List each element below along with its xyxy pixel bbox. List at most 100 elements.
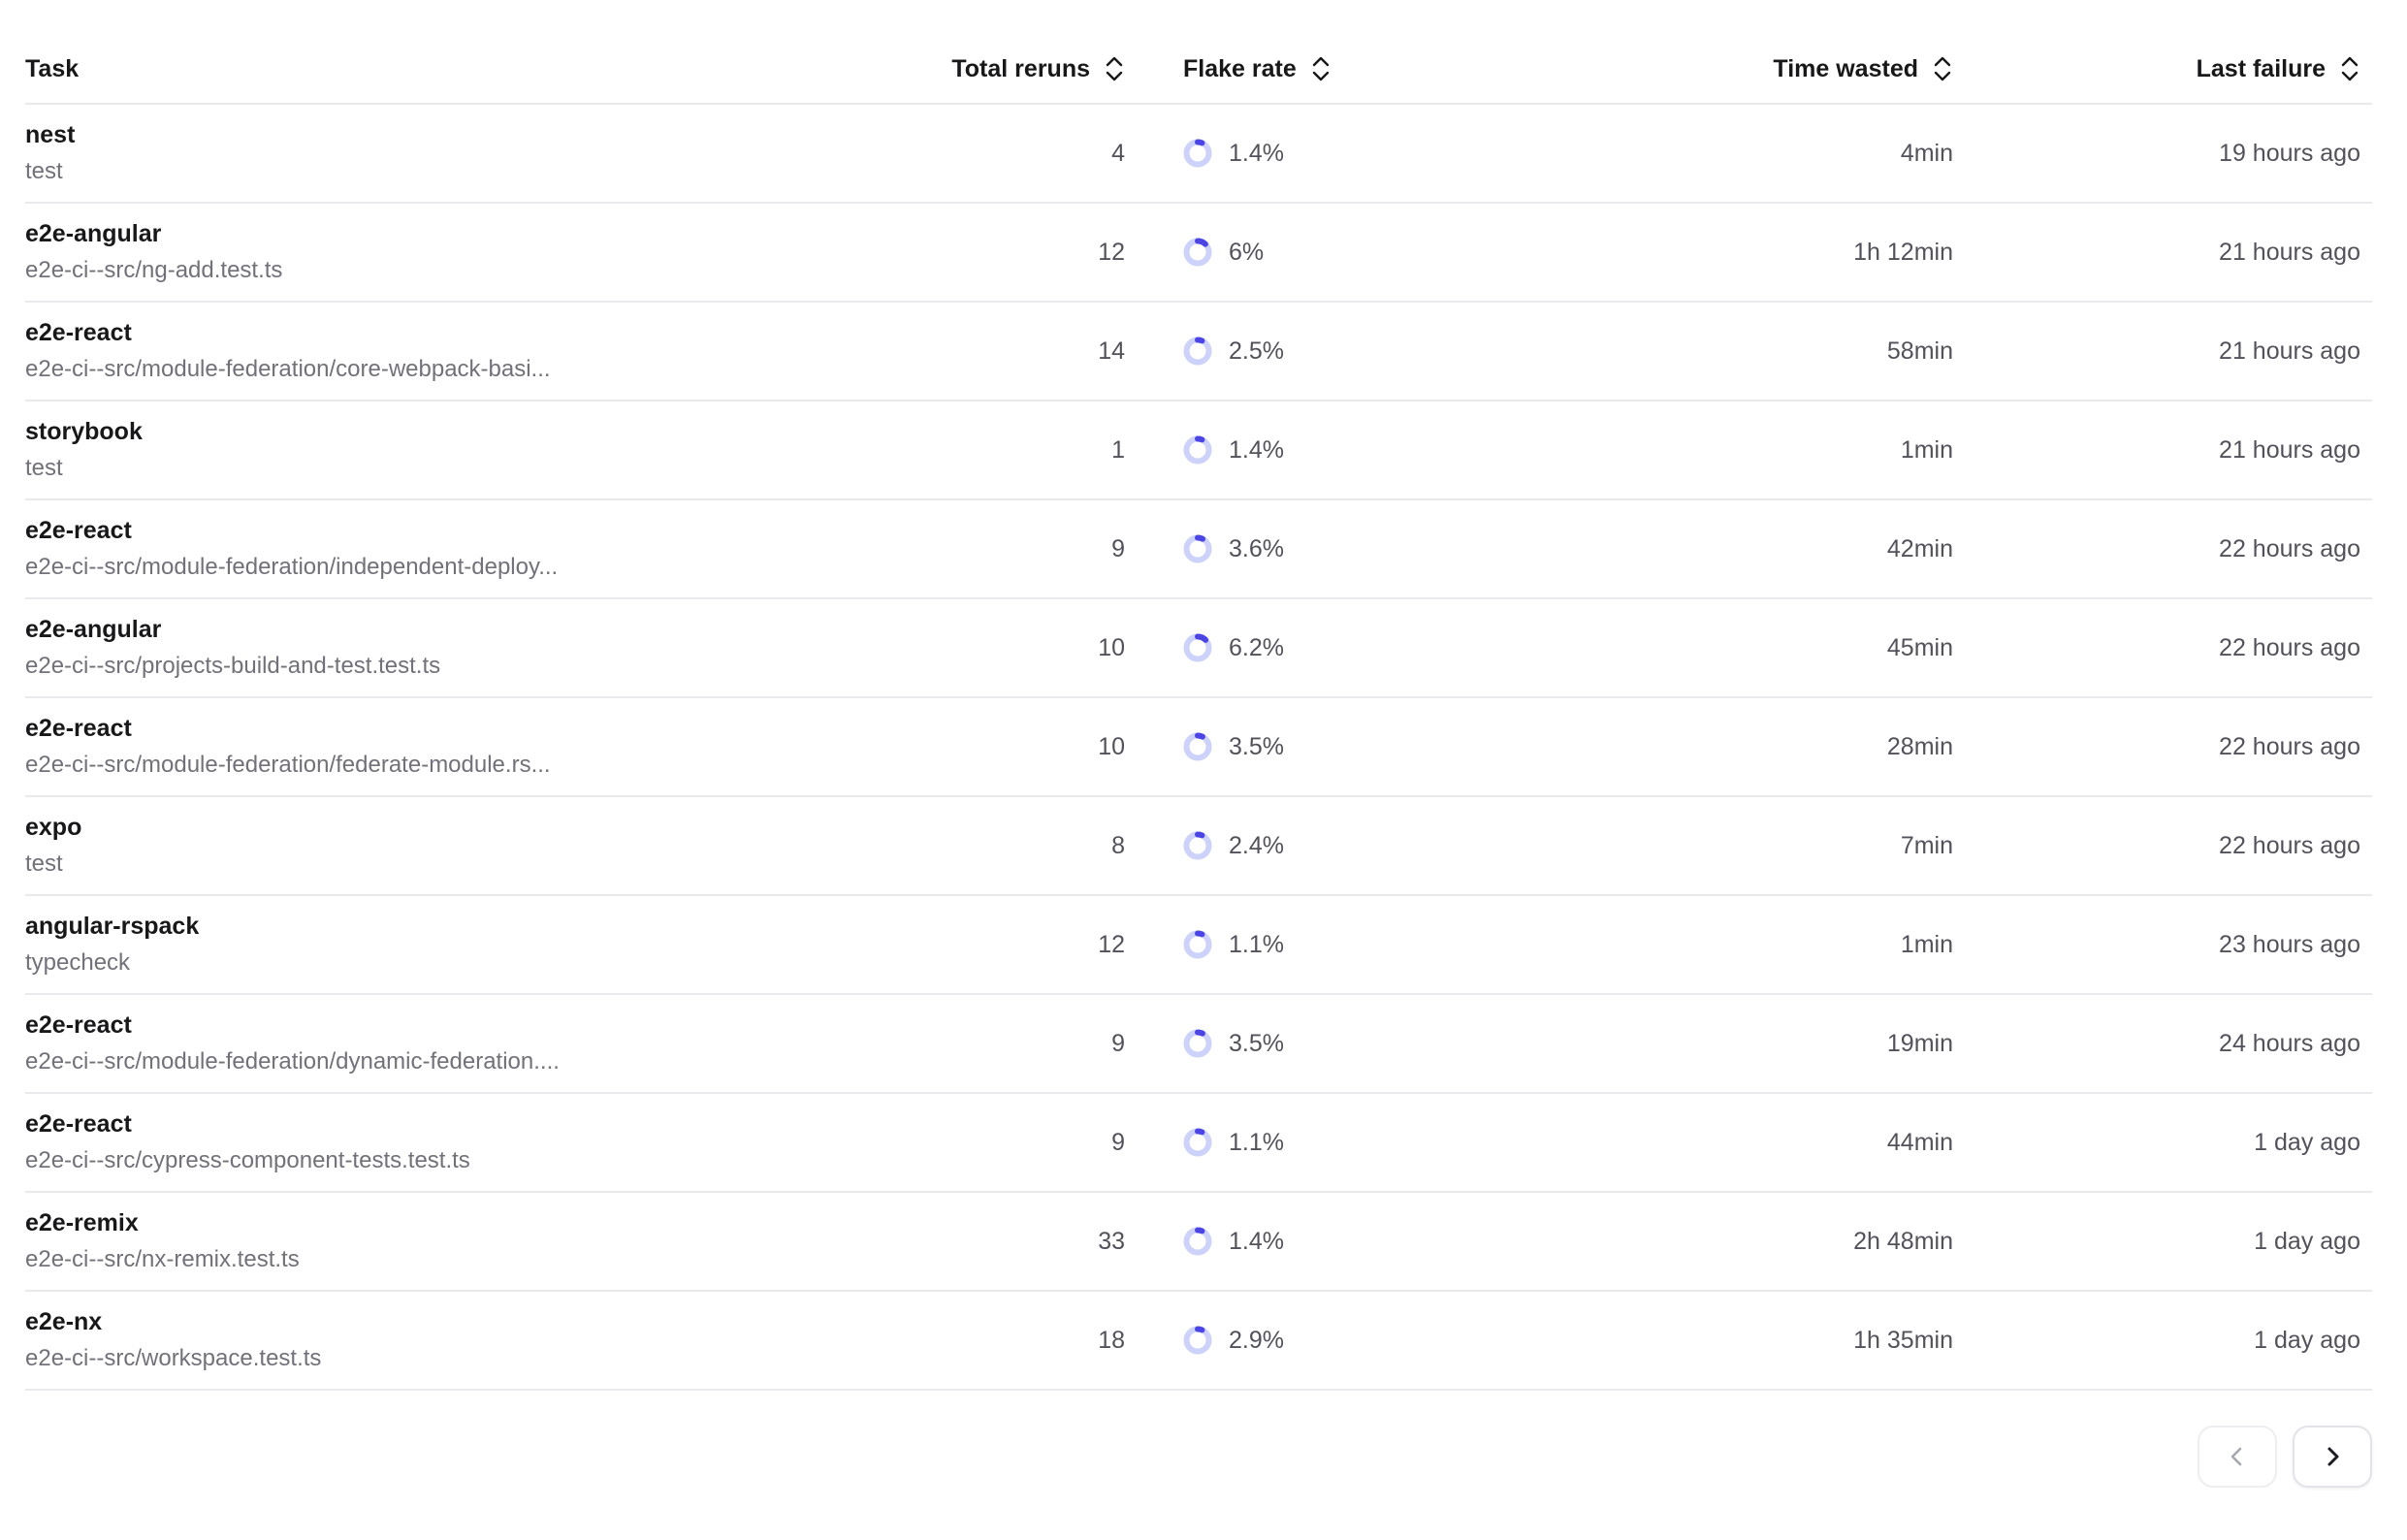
task-detail: e2e-ci--src/module-federation/federate-m… <box>25 752 966 779</box>
last-failure-value: 21 hours ago <box>2219 436 2372 465</box>
flake-rate-ring-icon <box>1183 139 1212 168</box>
total-reruns-value: 9 <box>1111 1030 1125 1058</box>
total-reruns-value: 9 <box>1111 1129 1125 1157</box>
table-row[interactable]: e2e-nx e2e-ci--src/workspace.test.ts 18 … <box>25 1292 2372 1391</box>
task-name: e2e-remix <box>25 1209 966 1237</box>
time-wasted-value: 4min <box>1901 140 1953 168</box>
column-header-flake-rate[interactable]: Flake rate <box>1125 54 1332 83</box>
flake-rate-cell: 1.1% <box>1125 1128 1435 1157</box>
flake-rate-ring-icon <box>1183 831 1212 860</box>
task-detail: test <box>25 850 966 878</box>
task-detail: typecheck <box>25 949 966 977</box>
task-cell: e2e-react e2e-ci--src/module-federation/… <box>25 715 966 779</box>
table-row[interactable]: e2e-react e2e-ci--src/module-federation/… <box>25 500 2372 599</box>
task-cell: e2e-nx e2e-ci--src/workspace.test.ts <box>25 1308 966 1372</box>
task-name: storybook <box>25 418 966 446</box>
table-row[interactable]: e2e-angular e2e-ci--src/projects-build-a… <box>25 599 2372 698</box>
flake-rate-cell: 3.5% <box>1125 732 1435 761</box>
total-reruns-value: 10 <box>1098 733 1125 761</box>
pagination <box>25 1426 2372 1488</box>
table-row[interactable]: nest test 4 1.4% 4min 19 hours ago <box>25 105 2372 204</box>
flake-rate-cell: 6.2% <box>1125 633 1435 662</box>
task-cell: angular-rspack typecheck <box>25 913 966 977</box>
task-name: e2e-angular <box>25 616 966 644</box>
last-failure-value: 21 hours ago <box>2219 239 2372 267</box>
table-row[interactable]: e2e-react e2e-ci--src/cypress-component-… <box>25 1094 2372 1193</box>
table-row[interactable]: e2e-remix e2e-ci--src/nx-remix.test.ts 3… <box>25 1193 2372 1292</box>
flake-rate-value: 1.1% <box>1229 931 1284 959</box>
flake-rate-ring-icon <box>1183 1227 1212 1256</box>
total-reruns-value: 8 <box>1111 832 1125 860</box>
chevron-left-icon <box>2223 1442 2252 1471</box>
flake-rate-ring-icon <box>1183 238 1212 267</box>
last-failure-value: 19 hours ago <box>2219 140 2372 168</box>
task-cell: e2e-react e2e-ci--src/module-federation/… <box>25 319 966 383</box>
flake-rate-value: 1.4% <box>1229 436 1284 465</box>
flake-rate-ring-icon <box>1183 1326 1212 1355</box>
column-header-last-failure-label: Last failure <box>2197 55 2326 83</box>
last-failure-value: 22 hours ago <box>2219 634 2372 662</box>
task-detail: e2e-ci--src/module-federation/independen… <box>25 554 966 581</box>
sort-icon <box>2339 54 2360 83</box>
task-cell: e2e-react e2e-ci--src/module-federation/… <box>25 517 966 581</box>
task-name: angular-rspack <box>25 913 966 941</box>
task-detail: e2e-ci--src/projects-build-and-test.test… <box>25 653 966 680</box>
task-name: e2e-angular <box>25 220 966 248</box>
flake-rate-cell: 3.6% <box>1125 534 1435 563</box>
column-header-flake-rate-label: Flake rate <box>1183 55 1297 83</box>
task-name: e2e-react <box>25 1011 966 1040</box>
time-wasted-value: 28min <box>1887 733 1953 761</box>
task-name: e2e-react <box>25 319 966 347</box>
time-wasted-value: 7min <box>1901 832 1953 860</box>
table-row[interactable]: angular-rspack typecheck 12 1.1% 1min 23… <box>25 896 2372 995</box>
time-wasted-value: 1h 12min <box>1853 239 1953 267</box>
table-row[interactable]: e2e-react e2e-ci--src/module-federation/… <box>25 995 2372 1094</box>
task-cell: nest test <box>25 121 966 185</box>
task-detail: e2e-ci--src/ng-add.test.ts <box>25 257 966 284</box>
sort-icon <box>1310 54 1332 83</box>
total-reruns-value: 18 <box>1098 1327 1125 1355</box>
total-reruns-value: 12 <box>1098 931 1125 959</box>
flake-rate-value: 6% <box>1229 239 1264 267</box>
last-failure-value: 22 hours ago <box>2219 535 2372 563</box>
flake-rate-value: 2.9% <box>1229 1327 1284 1355</box>
task-cell: expo test <box>25 814 966 878</box>
last-failure-value: 23 hours ago <box>2219 931 2372 959</box>
task-cell: storybook test <box>25 418 966 482</box>
flake-rate-cell: 1.4% <box>1125 1227 1435 1256</box>
flake-rate-cell: 2.4% <box>1125 831 1435 860</box>
flake-rate-value: 3.6% <box>1229 535 1284 563</box>
table-row[interactable]: e2e-angular e2e-ci--src/ng-add.test.ts 1… <box>25 204 2372 303</box>
sort-icon <box>1104 54 1125 83</box>
task-cell: e2e-angular e2e-ci--src/projects-build-a… <box>25 616 966 680</box>
total-reruns-value: 12 <box>1098 239 1125 267</box>
last-failure-value: 21 hours ago <box>2219 337 2372 366</box>
column-header-time-wasted[interactable]: Time wasted <box>1773 54 1953 83</box>
column-header-total-reruns[interactable]: Total reruns <box>951 54 1125 83</box>
flake-rate-cell: 2.5% <box>1125 337 1435 366</box>
sort-icon <box>1932 54 1953 83</box>
table-row[interactable]: expo test 8 2.4% 7min 22 hours ago <box>25 797 2372 896</box>
total-reruns-value: 4 <box>1111 140 1125 168</box>
flake-rate-cell: 1.4% <box>1125 435 1435 465</box>
pagination-prev-button[interactable] <box>2198 1426 2277 1488</box>
flake-rate-cell: 6% <box>1125 238 1435 267</box>
flaky-tasks-table: Task Total reruns Flake rate Time wasted… <box>0 0 2407 1488</box>
flake-rate-ring-icon <box>1183 337 1212 366</box>
last-failure-value: 22 hours ago <box>2219 832 2372 860</box>
flake-rate-ring-icon <box>1183 732 1212 761</box>
table-row[interactable]: e2e-react e2e-ci--src/module-federation/… <box>25 303 2372 401</box>
task-detail: test <box>25 158 966 185</box>
task-cell: e2e-angular e2e-ci--src/ng-add.test.ts <box>25 220 966 284</box>
column-header-last-failure[interactable]: Last failure <box>2197 54 2372 83</box>
flake-rate-value: 1.1% <box>1229 1129 1284 1157</box>
flake-rate-ring-icon <box>1183 1128 1212 1157</box>
table-row[interactable]: storybook test 1 1.4% 1min 21 hours ago <box>25 401 2372 500</box>
pagination-next-button[interactable] <box>2293 1426 2372 1488</box>
flake-rate-cell: 3.5% <box>1125 1029 1435 1058</box>
total-reruns-value: 14 <box>1098 337 1125 366</box>
total-reruns-value: 10 <box>1098 634 1125 662</box>
total-reruns-value: 1 <box>1111 436 1125 465</box>
table-row[interactable]: e2e-react e2e-ci--src/module-federation/… <box>25 698 2372 797</box>
flake-rate-cell: 1.4% <box>1125 139 1435 168</box>
